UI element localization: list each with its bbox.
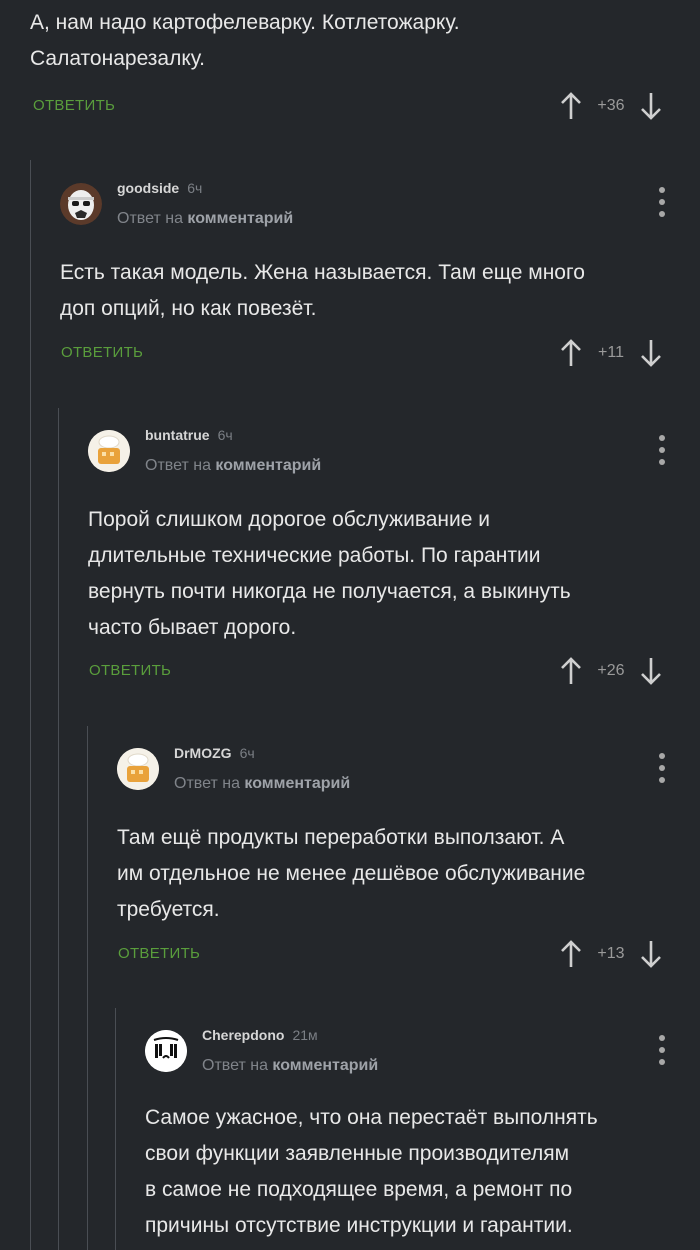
chef-avatar-icon: [88, 430, 130, 472]
avatar[interactable]: [60, 183, 102, 225]
comment-author[interactable]: Cherepdono 21м: [202, 1027, 318, 1043]
avatar[interactable]: [88, 430, 130, 472]
reply-to-link[interactable]: комментарий: [215, 457, 321, 474]
comment-time: 6ч: [187, 180, 203, 196]
comment-line: Есть такая модель. Жена называется. Там …: [60, 261, 585, 284]
downvote-arrow-icon[interactable]: [640, 657, 662, 685]
reply-to-link[interactable]: комментарий: [244, 775, 350, 792]
reply-to-prefix: Ответ на: [145, 457, 211, 474]
author-name[interactable]: DrMOZG: [174, 745, 232, 761]
vote-controls: +13: [560, 940, 662, 968]
more-menu-icon[interactable]: [657, 435, 667, 465]
thread-line: [58, 408, 59, 1250]
score: +36: [597, 97, 625, 114]
comment-text: Там ещё продукты переработки выползают. …: [117, 820, 585, 928]
comment-line: Порой слишком дорогое обслуживание и: [88, 508, 490, 531]
chef-avatar-icon: [117, 748, 159, 790]
comment-line: вернуть почти никогда не получается, а в…: [88, 580, 571, 603]
comment-text: Самое ужасное, что она перестаёт выполня…: [145, 1100, 598, 1244]
comment-line: А, нам надо картофелеварку. Котлетожарку…: [30, 11, 460, 34]
more-menu-icon[interactable]: [657, 187, 667, 217]
comment-line: свои функции заявленные производителям: [145, 1142, 570, 1165]
comment-text: Есть такая модель. Жена называется. Там …: [60, 255, 585, 327]
comment-line: причины отсутствие инструкции и гарантии…: [145, 1214, 573, 1237]
comment-line: требуется.: [117, 898, 220, 921]
reply-to-line: Ответ на комментарий: [174, 775, 350, 793]
downvote-arrow-icon[interactable]: [640, 940, 662, 968]
score: +13: [597, 945, 625, 962]
reply-button[interactable]: ОТВЕТИТЬ: [118, 945, 200, 962]
upvote-arrow-icon[interactable]: [560, 92, 582, 120]
author-name[interactable]: Cherepdono: [202, 1027, 284, 1043]
vote-controls: +36: [560, 92, 662, 120]
downvote-arrow-icon[interactable]: [640, 339, 662, 367]
comment-line: доп опций, но как повезёт.: [60, 297, 317, 320]
comment-author[interactable]: DrMOZG 6ч: [174, 745, 255, 761]
comment-line: часто бывает дорого.: [88, 616, 297, 639]
comment-text: А, нам надо картофелеварку. Котлетожарку…: [30, 5, 460, 77]
vote-controls: +11: [560, 339, 662, 367]
thread-line: [87, 726, 88, 1250]
reply-to-line: Ответ на комментарий: [117, 210, 293, 228]
reply-to-link[interactable]: комментарий: [272, 1057, 378, 1074]
more-menu-icon[interactable]: [657, 1035, 667, 1065]
thread-line: [30, 160, 31, 1250]
thread-line: [115, 1008, 116, 1250]
score: +26: [597, 662, 625, 679]
more-menu-icon[interactable]: [657, 753, 667, 783]
upvote-arrow-icon[interactable]: [560, 657, 582, 685]
reply-to-prefix: Ответ на: [202, 1057, 268, 1074]
reply-button[interactable]: ОТВЕТИТЬ: [89, 662, 171, 679]
comment-line: длительные технические работы. По гарант…: [88, 544, 541, 567]
comment-line: Самое ужасное, что она перестаёт выполня…: [145, 1106, 598, 1129]
avatar[interactable]: [145, 1030, 187, 1072]
reply-to-link[interactable]: комментарий: [187, 210, 293, 227]
author-name[interactable]: goodside: [117, 180, 179, 196]
comment-author[interactable]: goodside 6ч: [117, 180, 202, 196]
vote-controls: +26: [560, 657, 662, 685]
crying-face-avatar-icon: [145, 1030, 187, 1072]
upvote-arrow-icon[interactable]: [560, 339, 582, 367]
comment-text: Порой слишком дорогое обслуживание и дли…: [88, 502, 571, 646]
reply-to-prefix: Ответ на: [117, 210, 183, 227]
comment-line: Там ещё продукты переработки выползают. …: [117, 826, 565, 849]
reply-to-line: Ответ на комментарий: [145, 457, 321, 475]
author-name[interactable]: buntatrue: [145, 427, 210, 443]
comment-line: Салатонарезалку.: [30, 47, 206, 70]
comment-time: 21м: [292, 1027, 318, 1043]
score: +11: [598, 344, 624, 361]
reply-button[interactable]: ОТВЕТИТЬ: [33, 97, 115, 114]
comment-time: 6ч: [217, 427, 233, 443]
comment-author[interactable]: buntatrue 6ч: [145, 427, 233, 443]
stormtrooper-avatar-icon: [60, 183, 102, 225]
comment-time: 6ч: [239, 745, 255, 761]
comment-line: им отдельное не менее дешёвое обслуживан…: [117, 862, 586, 885]
reply-to-line: Ответ на комментарий: [202, 1057, 378, 1075]
reply-to-prefix: Ответ на: [174, 775, 240, 792]
comment-line: в самое не подходящее время, а ремонт по: [145, 1178, 573, 1201]
reply-button[interactable]: ОТВЕТИТЬ: [61, 344, 143, 361]
upvote-arrow-icon[interactable]: [560, 940, 582, 968]
avatar[interactable]: [117, 748, 159, 790]
downvote-arrow-icon[interactable]: [640, 92, 662, 120]
